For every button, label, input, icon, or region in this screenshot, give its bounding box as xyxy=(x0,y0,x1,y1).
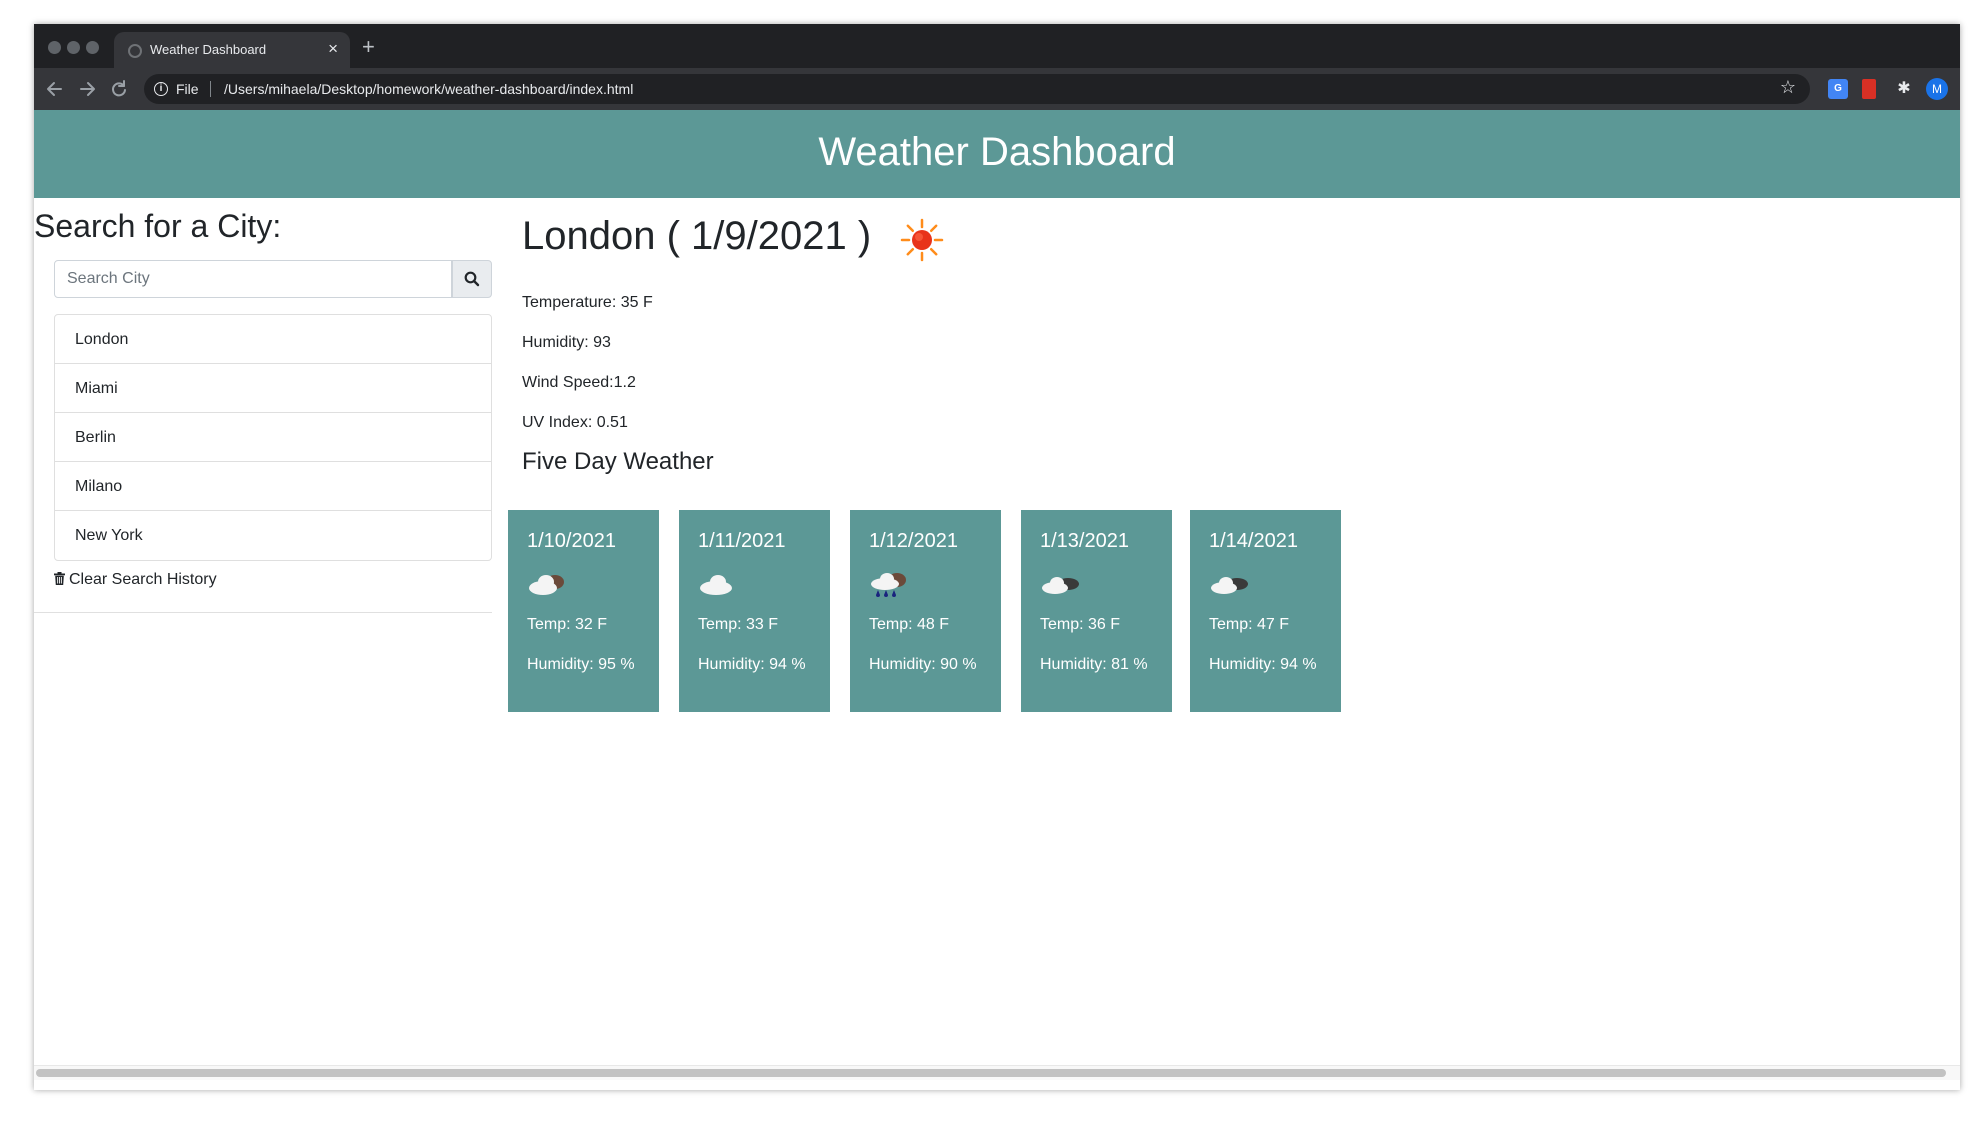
extensions-puzzle-icon[interactable]: ✱ xyxy=(1894,79,1914,99)
page-title: Weather Dashboard xyxy=(818,130,1176,174)
title-bar: Weather Dashboard × + xyxy=(34,24,1960,68)
scrollbar-thumb[interactable] xyxy=(36,1069,1946,1077)
horizontal-scrollbar[interactable] xyxy=(34,1065,1960,1080)
forecast-card: 1/12/2021 Temp: 48 F Humidity: 90 % xyxy=(850,510,1001,712)
history-item-london[interactable]: London xyxy=(55,315,491,364)
broken-clouds-icon xyxy=(1042,577,1079,594)
forward-button[interactable] xyxy=(74,68,100,110)
forecast-temp: Temp: 33 F xyxy=(698,616,779,633)
browser-toolbar: i File /Users/mihaela/Desktop/homework/w… xyxy=(34,68,1960,110)
current-city-title: London ( 1/9/2021 ) xyxy=(522,214,872,258)
history-item-new-york[interactable]: New York xyxy=(55,511,491,560)
tab-title: Weather Dashboard xyxy=(150,42,267,57)
current-uv-index: UV Index: 0.51 xyxy=(522,414,628,431)
close-window-button[interactable] xyxy=(48,41,61,54)
address-bar[interactable]: i File /Users/mihaela/Desktop/homework/w… xyxy=(144,74,1810,104)
search-history-list: London Miami Berlin Milano New York xyxy=(54,314,492,561)
forecast-humidity: Humidity: 90 % xyxy=(869,656,977,673)
forecast-humidity: Humidity: 94 % xyxy=(698,656,806,673)
book-extension-icon[interactable] xyxy=(1862,79,1876,99)
search-button[interactable] xyxy=(452,260,492,298)
clear-history-label: Clear Search History xyxy=(69,571,217,588)
broken-clouds-icon xyxy=(1211,577,1248,594)
tab-close-icon[interactable]: × xyxy=(328,39,338,59)
trash-icon xyxy=(54,572,65,585)
history-item-berlin[interactable]: Berlin xyxy=(55,413,491,462)
forecast-temp: Temp: 47 F xyxy=(1209,616,1290,633)
arrow-left-icon xyxy=(47,82,62,96)
divider xyxy=(34,612,492,613)
forecast-date: 1/11/2021 xyxy=(698,530,786,552)
browser-tab[interactable]: Weather Dashboard × xyxy=(114,32,350,68)
current-humidity: Humidity: 93 xyxy=(522,334,611,351)
forecast-date: 1/13/2021 xyxy=(1040,530,1129,552)
forecast-humidity: Humidity: 81 % xyxy=(1040,656,1148,673)
forecast-date: 1/14/2021 xyxy=(1209,530,1298,552)
header-banner: Weather Dashboard xyxy=(34,110,1960,198)
history-item-miami[interactable]: Miami xyxy=(55,364,491,413)
forecast-temp: Temp: 48 F xyxy=(869,616,950,633)
new-tab-icon[interactable]: + xyxy=(362,36,375,58)
rain-cloud-icon xyxy=(871,573,906,597)
search-icon xyxy=(464,271,480,287)
cloud-icon xyxy=(529,575,564,595)
maximize-window-button[interactable] xyxy=(86,41,99,54)
forecast-humidity: Humidity: 94 % xyxy=(1209,656,1317,673)
forecast-card: 1/11/2021 Temp: 33 F Humidity: 94 % xyxy=(679,510,830,712)
bookmark-star-icon[interactable]: ☆ xyxy=(1780,77,1796,98)
url-text[interactable]: /Users/mihaela/Desktop/homework/weather-… xyxy=(224,81,633,97)
sun-icon xyxy=(900,218,944,262)
forecast-card: 1/10/2021 Temp: 32 F Humidity: 95 % xyxy=(508,510,659,712)
arrow-right-icon xyxy=(80,82,95,96)
minimize-window-button[interactable] xyxy=(67,41,80,54)
forecast-temp: Temp: 36 F xyxy=(1040,616,1121,633)
scheme-divider xyxy=(210,81,211,97)
search-heading: Search for a City: xyxy=(34,208,282,244)
scheme-label: File xyxy=(176,81,199,97)
profile-avatar[interactable]: M xyxy=(1926,78,1948,100)
forecast-card: 1/13/2021 Temp: 36 F Humidity: 81 % xyxy=(1021,510,1172,712)
browser-window: Weather Dashboard × + i File /Users/miha… xyxy=(34,24,1960,1090)
reload-icon xyxy=(112,80,126,97)
page-content: Weather Dashboard Search for a City: Lon… xyxy=(34,110,1960,1090)
clear-history-button[interactable]: Clear Search History xyxy=(54,570,217,590)
globe-icon xyxy=(128,44,142,58)
forecast-heading: Five Day Weather xyxy=(522,448,714,475)
back-button[interactable] xyxy=(42,68,68,110)
history-item-milano[interactable]: Milano xyxy=(55,462,491,511)
browser-menu-icon[interactable]: ⋮ xyxy=(1956,79,1960,99)
forecast-temp: Temp: 32 F xyxy=(527,616,608,633)
info-icon[interactable]: i xyxy=(154,82,168,96)
forecast-date: 1/12/2021 xyxy=(869,530,958,552)
reload-button[interactable] xyxy=(106,68,132,110)
search-input[interactable] xyxy=(54,260,452,298)
cloud-icon xyxy=(700,575,732,595)
forecast-humidity: Humidity: 95 % xyxy=(527,656,635,673)
forecast-date: 1/10/2021 xyxy=(527,530,616,552)
current-wind-speed: Wind Speed:1.2 xyxy=(522,374,636,391)
translate-extension-icon[interactable]: G xyxy=(1828,79,1848,99)
forecast-card: 1/14/2021 Temp: 47 F Humidity: 94 % xyxy=(1190,510,1341,712)
current-temperature: Temperature: 35 F xyxy=(522,294,653,311)
